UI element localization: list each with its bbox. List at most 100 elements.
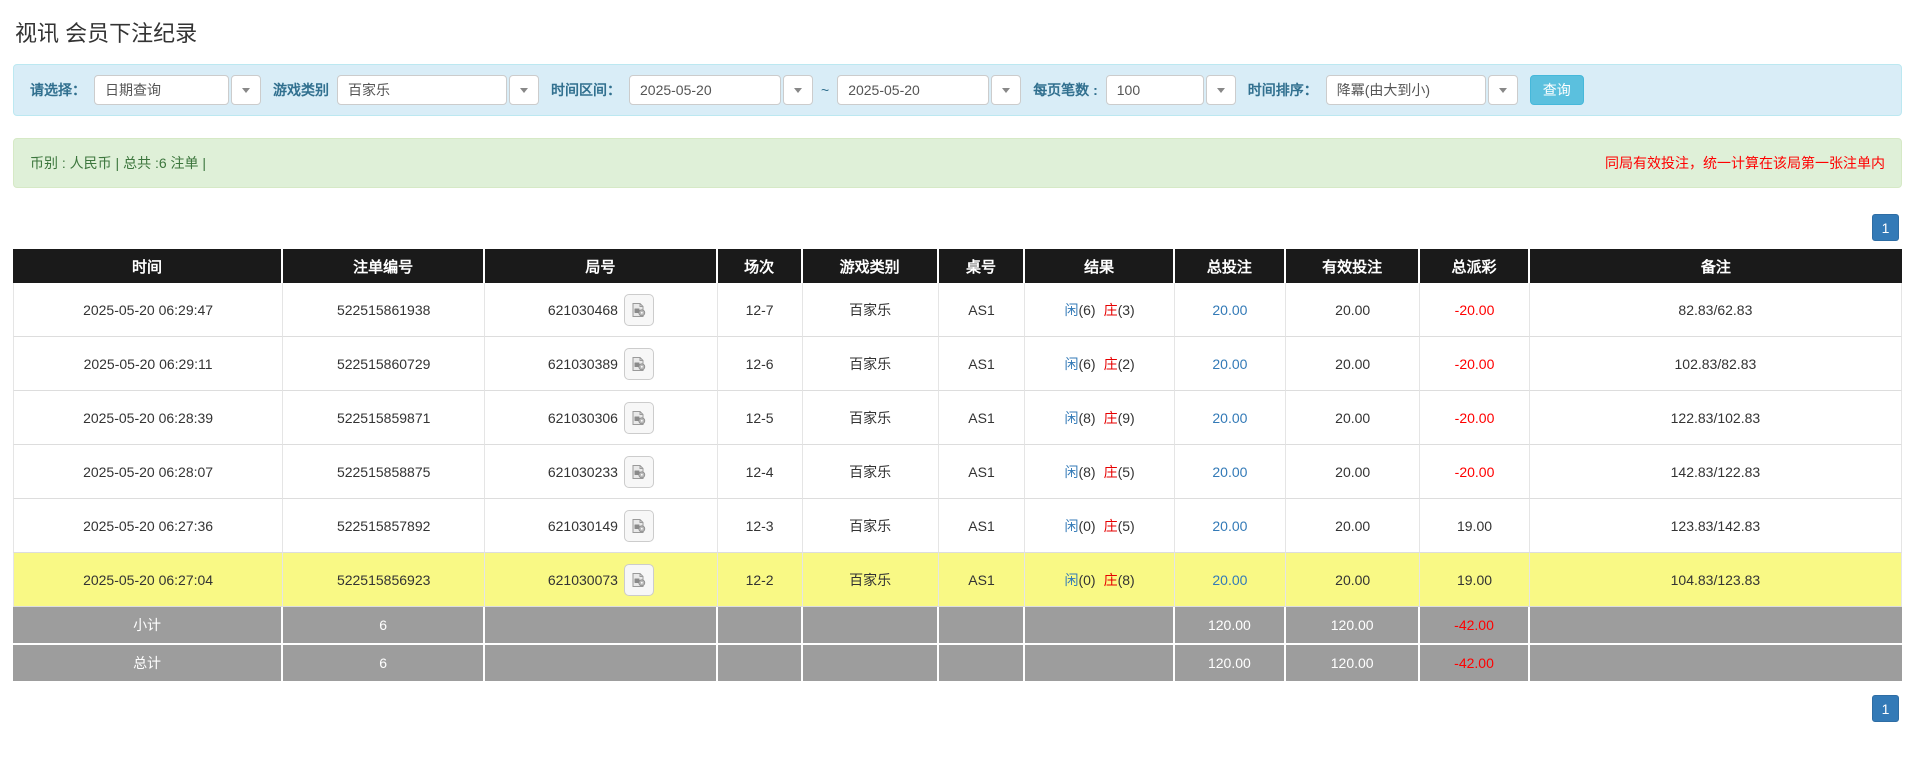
cell-result: 闲(6)庄(3) bbox=[1025, 283, 1174, 337]
result-player-label: 闲 bbox=[1064, 410, 1078, 426]
game-type-value[interactable]: 百家乐 bbox=[337, 75, 507, 105]
cell-table-no: AS1 bbox=[939, 553, 1026, 607]
result-player-value: (0) bbox=[1078, 572, 1095, 588]
chevron-down-icon[interactable] bbox=[509, 75, 539, 105]
game-type-label: 游戏类别 bbox=[273, 80, 329, 100]
total-bet-link[interactable]: 20.00 bbox=[1212, 518, 1247, 534]
table-body: 2025-05-20 06:29:47 522515861938 6210304… bbox=[13, 283, 1902, 607]
cell-result: 闲(8)庄(9) bbox=[1025, 391, 1174, 445]
result-player-label: 闲 bbox=[1064, 356, 1078, 372]
video-replay-icon[interactable] bbox=[624, 564, 654, 596]
table-header: 时间 注单编号 局号 场次 游戏类别 桌号 结果 总投注 有效投注 总派彩 备注 bbox=[13, 249, 1902, 283]
result-banker-value: (9) bbox=[1118, 410, 1135, 426]
cell-time: 2025-05-20 06:29:11 bbox=[13, 337, 283, 391]
subtotal-total-bet: 120.00 bbox=[1175, 607, 1286, 645]
game-type-select[interactable]: 百家乐 bbox=[337, 75, 539, 105]
col-result: 结果 bbox=[1025, 249, 1174, 283]
video-replay-icon bbox=[631, 572, 647, 588]
cell-session: 12-4 bbox=[718, 445, 803, 499]
bet-records-table: 时间 注单编号 局号 场次 游戏类别 桌号 结果 总投注 有效投注 总派彩 备注… bbox=[13, 249, 1902, 683]
subtotal-payout: -42.00 bbox=[1420, 607, 1530, 645]
cell-round-id: 621030073 bbox=[485, 553, 717, 607]
cell-bet-id: 522515856923 bbox=[283, 553, 485, 607]
subtotal-count: 6 bbox=[283, 607, 485, 645]
page-size-select[interactable]: 100 bbox=[1106, 75, 1236, 105]
col-table-no: 桌号 bbox=[939, 249, 1026, 283]
cell-bet-id: 522515859871 bbox=[283, 391, 485, 445]
result-banker-value: (8) bbox=[1118, 572, 1135, 588]
cell-payout: -20.00 bbox=[1420, 337, 1530, 391]
time-sort-value[interactable]: 降冪(由大到小) bbox=[1326, 75, 1486, 105]
cell-table-no: AS1 bbox=[939, 283, 1026, 337]
total-bet-link[interactable]: 20.00 bbox=[1212, 410, 1247, 426]
cell-round-id: 621030233 bbox=[485, 445, 717, 499]
cell-game-type: 百家乐 bbox=[803, 445, 939, 499]
total-bet-link[interactable]: 20.00 bbox=[1212, 302, 1247, 318]
result-banker-value: (2) bbox=[1118, 356, 1135, 372]
cell-round-id: 621030306 bbox=[485, 391, 717, 445]
cell-total-bet: 20.00 bbox=[1175, 499, 1286, 553]
total-bet-link[interactable]: 20.00 bbox=[1212, 572, 1247, 588]
chevron-down-icon bbox=[242, 88, 250, 93]
col-payout: 总派彩 bbox=[1420, 249, 1530, 283]
result-banker-label: 庄 bbox=[1104, 410, 1118, 426]
cell-total-bet: 20.00 bbox=[1175, 391, 1286, 445]
cell-total-bet: 20.00 bbox=[1175, 337, 1286, 391]
date-from-select[interactable]: 2025-05-20 bbox=[629, 75, 813, 105]
search-button[interactable]: 查询 bbox=[1530, 75, 1584, 105]
summary-bar: 币别 : 人民币 | 总共 :6 注单 | 同局有效投注，统一计算在该局第一张注… bbox=[13, 138, 1902, 188]
video-replay-icon[interactable] bbox=[624, 402, 654, 434]
cell-session: 12-5 bbox=[718, 391, 803, 445]
table-row: 2025-05-20 06:27:04 522515856923 6210300… bbox=[13, 553, 1902, 607]
cell-remark: 82.83/62.83 bbox=[1530, 283, 1902, 337]
chevron-down-icon bbox=[520, 88, 528, 93]
result-banker-label: 庄 bbox=[1104, 356, 1118, 372]
date-to-value[interactable]: 2025-05-20 bbox=[837, 75, 989, 105]
col-game-type: 游戏类别 bbox=[803, 249, 939, 283]
chevron-down-icon[interactable] bbox=[1206, 75, 1236, 105]
cell-payout: -20.00 bbox=[1420, 391, 1530, 445]
chevron-down-icon[interactable] bbox=[1488, 75, 1518, 105]
cell-time: 2025-05-20 06:27:36 bbox=[13, 499, 283, 553]
table-row: 2025-05-20 06:27:36 522515857892 6210301… bbox=[13, 499, 1902, 553]
round-id-text: 621030149 bbox=[548, 518, 618, 534]
total-count: 6 bbox=[283, 645, 485, 683]
page-button[interactable]: 1 bbox=[1872, 695, 1899, 722]
video-replay-icon bbox=[631, 410, 647, 426]
date-from-value[interactable]: 2025-05-20 bbox=[629, 75, 781, 105]
chevron-down-icon[interactable] bbox=[231, 75, 261, 105]
result-banker-label: 庄 bbox=[1104, 518, 1118, 534]
result-player-value: (6) bbox=[1078, 356, 1095, 372]
round-id-text: 621030389 bbox=[548, 356, 618, 372]
cell-total-bet: 20.00 bbox=[1175, 445, 1286, 499]
date-to-select[interactable]: 2025-05-20 bbox=[837, 75, 1021, 105]
query-type-select[interactable]: 日期查询 bbox=[94, 75, 261, 105]
time-sort-select[interactable]: 降冪(由大到小) bbox=[1326, 75, 1518, 105]
cell-total-bet: 20.00 bbox=[1175, 553, 1286, 607]
video-replay-icon[interactable] bbox=[624, 348, 654, 380]
cell-round-id: 621030389 bbox=[485, 337, 717, 391]
col-bet-id: 注单编号 bbox=[283, 249, 485, 283]
cell-valid-bet: 20.00 bbox=[1286, 553, 1420, 607]
subtotal-row: 小计 6 120.00 120.00 -42.00 bbox=[13, 607, 1902, 645]
col-time: 时间 bbox=[13, 249, 283, 283]
total-bet-link[interactable]: 20.00 bbox=[1212, 356, 1247, 372]
video-replay-icon[interactable] bbox=[624, 294, 654, 326]
cell-valid-bet: 20.00 bbox=[1286, 445, 1420, 499]
chevron-down-icon[interactable] bbox=[783, 75, 813, 105]
video-replay-icon[interactable] bbox=[624, 510, 654, 542]
video-replay-icon[interactable] bbox=[624, 456, 654, 488]
chevron-down-icon[interactable] bbox=[991, 75, 1021, 105]
chevron-down-icon bbox=[1217, 88, 1225, 93]
cell-remark: 104.83/123.83 bbox=[1530, 553, 1902, 607]
table-row: 2025-05-20 06:28:07 522515858875 6210302… bbox=[13, 445, 1902, 499]
page-size-value[interactable]: 100 bbox=[1106, 75, 1204, 105]
cell-remark: 142.83/122.83 bbox=[1530, 445, 1902, 499]
col-remark: 备注 bbox=[1530, 249, 1902, 283]
round-id-text: 621030306 bbox=[548, 410, 618, 426]
query-type-value[interactable]: 日期查询 bbox=[94, 75, 229, 105]
cell-game-type: 百家乐 bbox=[803, 283, 939, 337]
page-button[interactable]: 1 bbox=[1872, 214, 1899, 241]
cell-round-id: 621030468 bbox=[485, 283, 717, 337]
total-bet-link[interactable]: 20.00 bbox=[1212, 464, 1247, 480]
